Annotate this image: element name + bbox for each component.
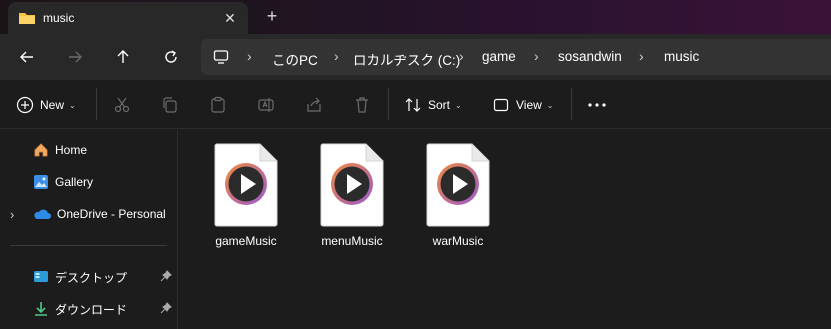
rename-icon (258, 98, 274, 112)
chevron-down-icon: ⌄ (69, 100, 76, 110)
new-tab-button[interactable]: + (262, 6, 282, 26)
file-item-gamemusic[interactable]: gameMusic (201, 140, 291, 250)
pin-icon[interactable] (160, 270, 172, 285)
sidebar-item-gallery[interactable]: Gallery (0, 169, 177, 195)
arrow-left-icon (20, 51, 33, 63)
desktop-icon (33, 269, 49, 285)
sidebar-item-label: Home (55, 143, 88, 157)
media-file-icon (320, 143, 384, 227)
breadcrumb-this-pc[interactable]: このPC (272, 49, 318, 69)
view-label: View (516, 98, 542, 112)
divider (10, 245, 167, 246)
divider (571, 88, 572, 120)
copy-button[interactable] (161, 94, 179, 116)
media-file-icon (214, 143, 278, 227)
arrow-right-icon (69, 51, 82, 63)
sort-button[interactable]: Sort ⌄ (404, 94, 462, 116)
breadcrumb-separator: › (334, 48, 339, 64)
tab-title: music (43, 11, 75, 25)
view-button[interactable]: View ⌄ (492, 94, 554, 116)
breadcrumb-sosandwin[interactable]: sosandwin (558, 49, 622, 64)
navigation-pane: Home Gallery › OneDrive - Personal デスクトッ… (0, 130, 178, 329)
close-tab-button[interactable]: ✕ (220, 8, 240, 28)
sidebar-item-label: OneDrive - Personal (57, 207, 166, 221)
onedrive-icon (33, 207, 51, 221)
view-icon (493, 98, 509, 112)
download-icon (33, 301, 49, 317)
address-bar[interactable]: › このPC › ロカルヂスク (C:) › game › sosandwin … (201, 39, 831, 75)
breadcrumb-local-disk[interactable]: ロカルヂスク (C:) (353, 49, 460, 69)
sidebar-item-onedrive[interactable]: › OneDrive - Personal (0, 201, 177, 227)
chevron-down-icon: ⌄ (455, 100, 462, 110)
breadcrumb-separator: › (247, 48, 252, 64)
scissors-icon (114, 97, 130, 113)
pin-icon[interactable] (160, 302, 172, 317)
new-button[interactable]: New ⌄ (16, 94, 76, 116)
delete-button[interactable] (353, 94, 371, 116)
sidebar-item-downloads[interactable]: ダウンロード (0, 296, 177, 322)
sort-icon (405, 98, 421, 112)
gallery-icon (33, 174, 49, 190)
media-file-icon (426, 143, 490, 227)
divider (388, 88, 389, 120)
file-name: warMusic (432, 234, 484, 248)
new-label: New (40, 98, 65, 112)
arrow-up-icon (117, 50, 129, 63)
file-list: gameMusic menuMusic warMusic (178, 130, 831, 329)
share-icon (307, 97, 321, 112)
paste-button[interactable] (209, 94, 227, 116)
back-button[interactable] (16, 46, 38, 68)
file-item-menumusic[interactable]: menuMusic (307, 140, 397, 250)
share-button[interactable] (305, 94, 323, 116)
clipboard-icon (211, 96, 225, 113)
command-bar: New ⌄ Sort ⌄ View ⌄ (0, 80, 831, 129)
refresh-icon (165, 50, 177, 63)
breadcrumb-separator: › (459, 48, 464, 64)
file-item-warmusic[interactable]: warMusic (413, 140, 503, 250)
breadcrumb-separator: › (534, 48, 539, 64)
file-name: menuMusic (321, 234, 383, 248)
breadcrumb-game[interactable]: game (482, 49, 516, 64)
chevron-right-icon[interactable]: › (10, 207, 20, 222)
forward-button[interactable] (64, 46, 86, 68)
chevron-down-icon: ⌄ (546, 100, 554, 110)
more-icon (588, 103, 606, 107)
file-name: gameMusic (215, 234, 277, 248)
up-button[interactable] (112, 46, 134, 68)
folder-icon (18, 10, 36, 29)
breadcrumb-music[interactable]: music (664, 49, 699, 64)
more-options-button[interactable] (587, 94, 607, 116)
sidebar-item-home[interactable]: Home (0, 137, 177, 163)
computer-icon (213, 49, 229, 68)
plus-circle-icon (16, 96, 34, 114)
home-icon (33, 142, 49, 158)
sidebar-item-label: Gallery (55, 175, 94, 189)
refresh-button[interactable] (160, 46, 182, 68)
title-bar: music ✕ + (0, 0, 831, 34)
rename-button[interactable] (257, 94, 275, 116)
sidebar-item-label: デスクトップ (55, 270, 128, 285)
cut-button[interactable] (113, 94, 131, 116)
tab-music[interactable]: music ✕ (8, 2, 248, 34)
copy-icon (163, 97, 177, 113)
breadcrumb-separator: › (639, 48, 644, 64)
sidebar-item-label: ダウンロード (55, 302, 128, 317)
trash-icon (356, 97, 368, 113)
divider (96, 88, 97, 120)
sort-label: Sort (428, 98, 451, 112)
sidebar-item-desktop[interactable]: デスクトップ (0, 264, 177, 290)
navigation-bar: › このPC › ロカルヂスク (C:) › game › sosandwin … (0, 34, 831, 80)
